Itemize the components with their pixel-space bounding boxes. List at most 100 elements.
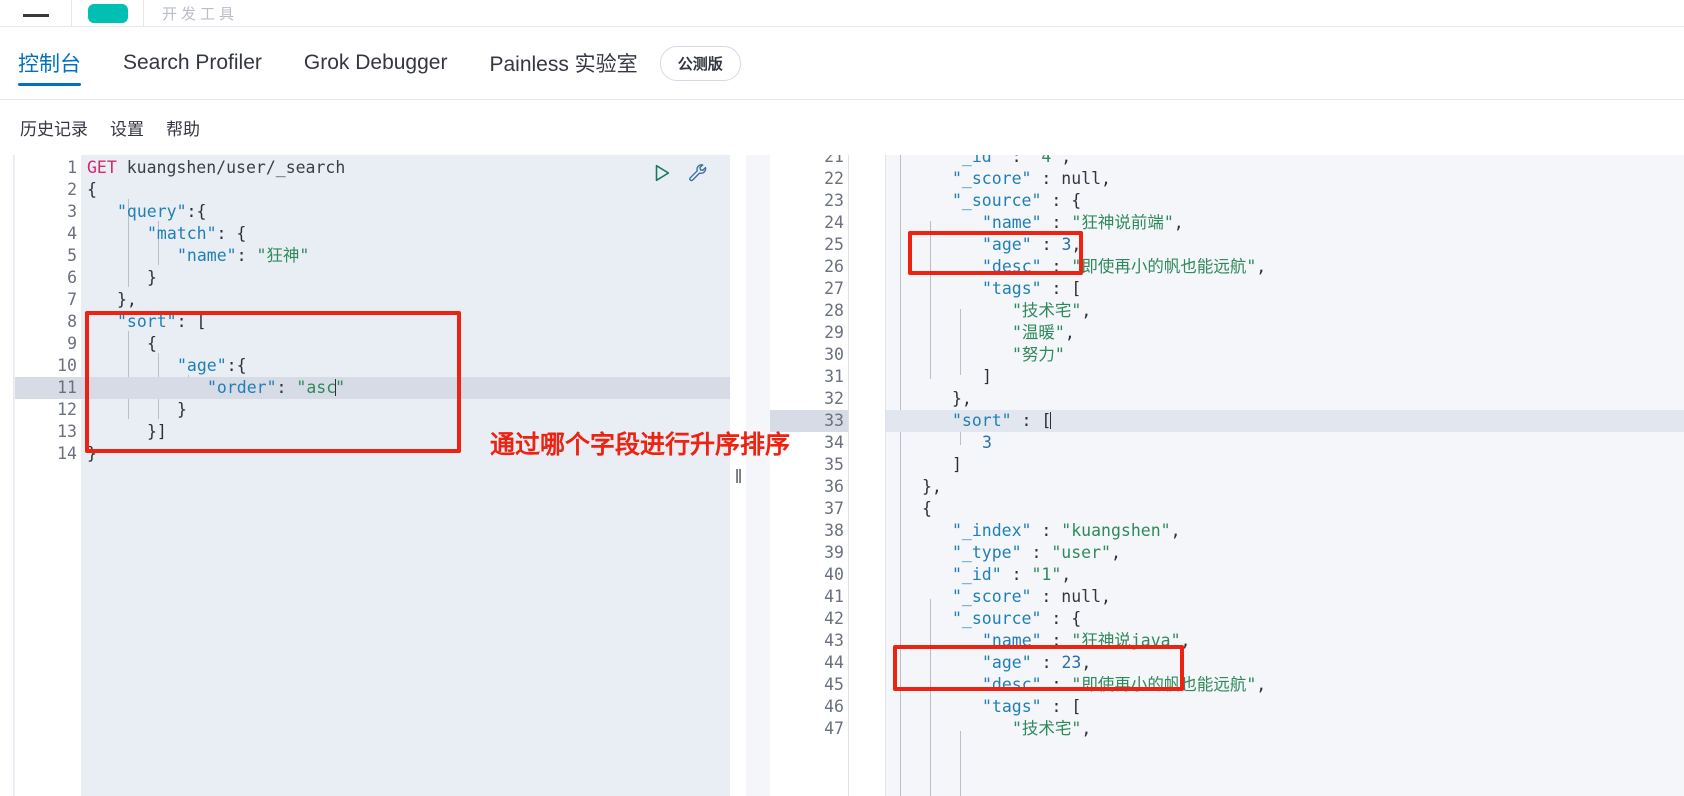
code-line: "desc" : "即使再小的帆也能远航", [886,256,1684,278]
code-token: null [1061,587,1102,606]
response-fold-column [848,155,869,796]
app-logo[interactable] [72,0,144,27]
code-line-text: "age" : 23, [886,653,1091,672]
code-line: "_score" : null, [886,168,1684,190]
code-token: 3 [1061,235,1072,254]
code-token: ] [982,367,992,386]
subnav-history[interactable]: 历史记录 [20,115,88,140]
line-number: 21 [824,155,844,166]
code-token: "sort" [117,312,177,331]
chrome-title: 开发工具 [162,6,239,23]
code-line: }, [886,476,1684,498]
tab-grok-debugger[interactable]: Grok Debugger [304,27,448,100]
annotation-label-sort: 通过哪个字段进行升序排序 [490,430,791,459]
code-line-text: "tags" : [ [886,279,1081,298]
response-viewer[interactable]: 212223▾24252627▾28293031▴32▴33▾3435▴36▴3… [746,155,1684,796]
code-line-text: }] [81,422,167,441]
code-line[interactable]: "name": "狂神" [81,245,730,267]
line-number: 37▾ [770,498,860,520]
menu-toggle[interactable] [0,0,72,27]
code-token: "_source" [952,191,1042,210]
line-number: 31▴ [770,366,860,388]
tab-console[interactable]: 控制台 [18,27,81,100]
code-token: "狂神" [256,246,310,265]
code-token: , [1081,301,1092,320]
code-line[interactable]: "query":{ [81,201,730,223]
subnav-settings[interactable]: 设置 [110,115,144,140]
line-number: 13▴ [15,421,93,443]
code-line-text: ] [886,455,962,474]
code-token: : [ [1041,697,1082,716]
code-line-text: "query":{ [81,202,206,221]
code-line[interactable]: { [81,333,730,355]
line-number: 12▴ [15,399,93,421]
code-line[interactable]: "sort": [ [81,311,730,333]
line-number: 29 [824,323,844,342]
subnav-help[interactable]: 帮助 [166,115,200,140]
code-token: "match" [147,224,217,243]
tab-search-profiler[interactable]: Search Profiler [123,27,262,100]
code-token: "技术宅" [1012,719,1082,738]
code-token: GET [87,158,127,177]
code-line-text: "_source" : { [886,609,1081,628]
line-number: 2▾ [15,179,93,201]
code-token: 23 [1061,653,1082,672]
code-line[interactable]: GET kuangshen/user/_search [81,157,730,179]
tab-painless-lab[interactable]: Painless 实验室 [489,27,637,100]
line-number: 30 [824,345,844,364]
code-token: : [1001,155,1032,166]
pane-divider[interactable]: ‖ [730,155,746,796]
code-token: }, [952,389,972,408]
code-line[interactable]: "match": { [81,223,730,245]
code-token: "即使再小的帆也能远航" [1071,257,1257,276]
code-line[interactable]: } [81,267,730,289]
code-token: "4" [1031,155,1062,166]
console-subnav: 历史记录 设置 帮助 [0,100,1684,155]
line-number: 23▾ [770,190,860,212]
code-line-text: "name": "狂神" [81,246,309,265]
request-code-area[interactable]: GET kuangshen/user/_search{"query":{"mat… [81,155,730,796]
code-line-text: "技术宅", [886,301,1091,320]
code-line: "age" : 3, [886,234,1684,256]
code-line: "_score" : null, [886,586,1684,608]
response-code-area: "_id" : "4", "_score" : null, "_source" : … [886,155,1684,796]
code-token: : [1031,587,1062,606]
code-line-text: "_id" : "1", [886,565,1071,584]
code-line-text: "order": "asc" [81,378,345,397]
code-token: : [1031,521,1062,540]
code-line-text: } [81,400,187,419]
code-token: "技术宅" [1012,301,1082,320]
request-editor[interactable]: 1 2▾3▾4▾5 6▴7▴8▾9▾10▾1112▴13▴14▴ GET [0,155,730,796]
code-token: "狂神说前端" [1071,213,1174,232]
code-token: : [236,246,257,265]
code-token: : [ [176,312,207,331]
code-line[interactable]: } [81,399,730,421]
line-number: 9▾ [15,333,93,355]
code-token: : [1041,675,1072,694]
code-line-text: }, [886,477,942,496]
code-token: , [1064,323,1075,342]
code-line[interactable]: }, [81,289,730,311]
request-line-numbers: 1 2▾3▾4▾5 6▴7▴8▾9▾10▾1112▴13▴14▴ [15,155,93,796]
code-line-text: } [81,444,97,463]
code-token: { [147,334,157,353]
code-token: , [1101,587,1111,606]
code-token: "name" [982,213,1042,232]
code-token: "_source" [952,609,1042,628]
code-line: "_source" : { [886,608,1684,630]
code-token: { [922,499,932,518]
code-line[interactable]: "order": "asc" [81,377,730,399]
code-line[interactable]: "age":{ [81,355,730,377]
code-token: , [1101,169,1111,188]
line-number: 28 [824,301,844,320]
beta-badge[interactable]: 公测版 [659,45,741,81]
pane-divider-grip[interactable]: ‖ [735,468,743,487]
code-token: : { [1041,609,1082,628]
indent-guide [960,731,961,796]
code-line[interactable]: { [81,179,730,201]
line-number: 41 [824,587,844,606]
code-line: }, [886,388,1684,410]
code-token: "age" [982,235,1032,254]
line-number: 10▾ [15,355,93,377]
code-token: "_id" [952,155,1002,166]
